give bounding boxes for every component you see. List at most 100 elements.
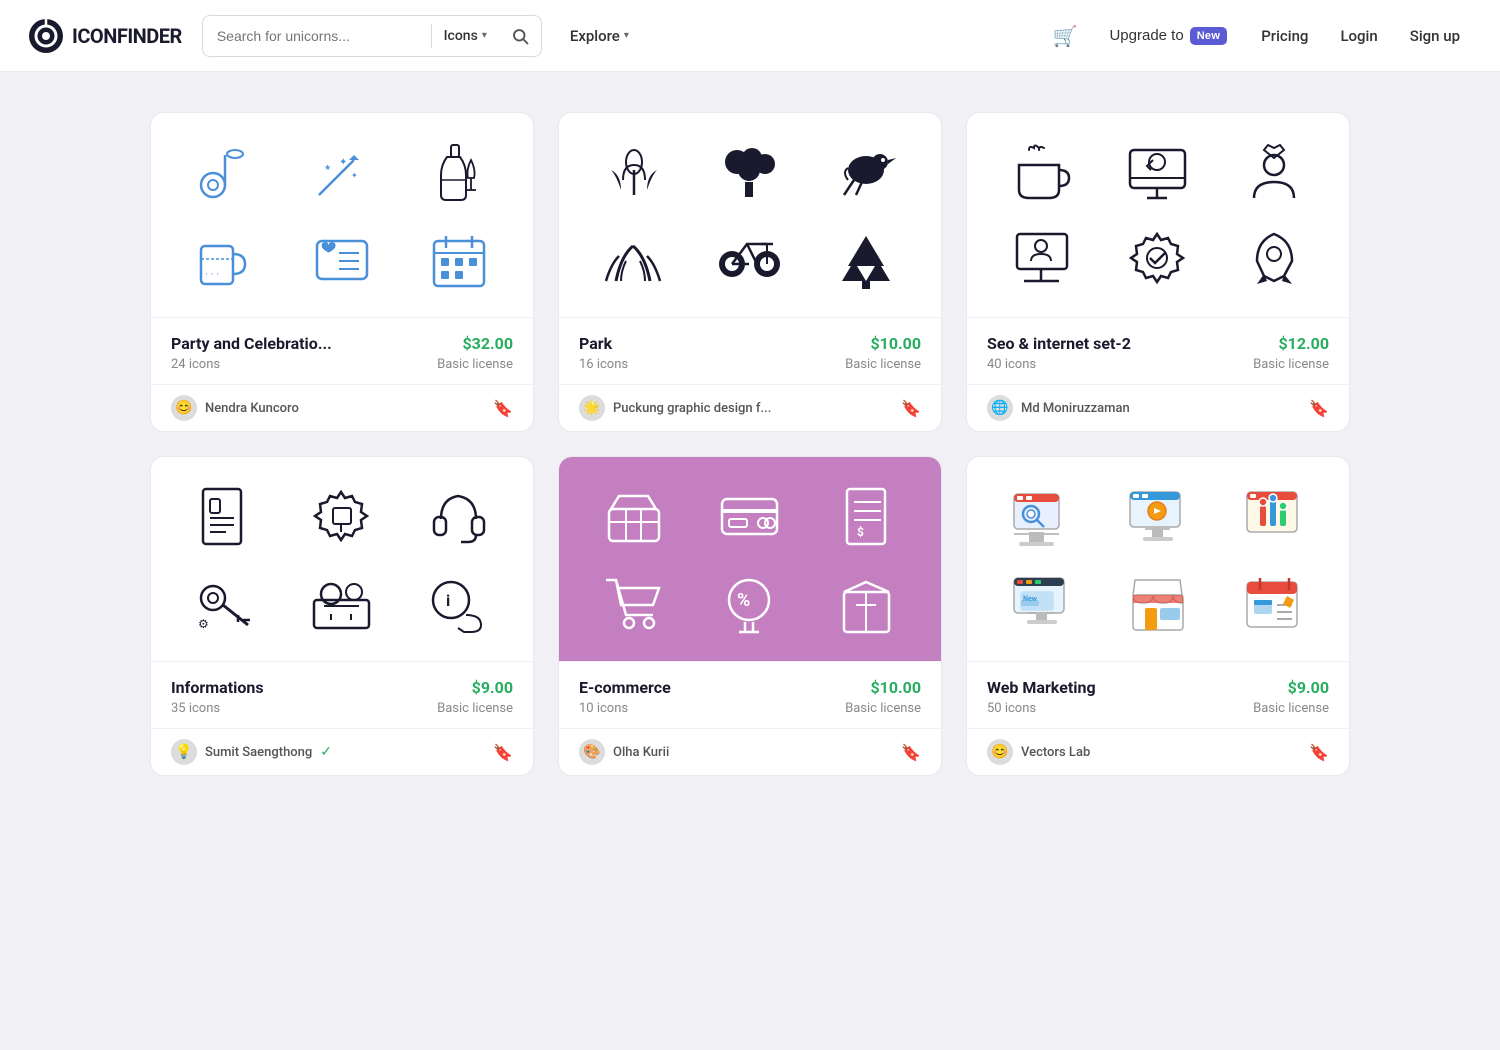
card-info[interactable]: ⚙ i: [150, 456, 534, 776]
svg-text:⚙: ⚙: [198, 617, 209, 631]
search-bar: Icons ▾: [202, 15, 542, 57]
card-title: Web Marketing: [987, 678, 1096, 697]
card-count: 24 icons: [171, 357, 220, 372]
search-type-dropdown[interactable]: Icons ▾: [432, 28, 499, 44]
author-seo[interactable]: 🌐 Md Moniruzzaman: [987, 395, 1130, 421]
card-preview-info: ⚙ i: [151, 457, 533, 661]
icon-monitor: [1123, 137, 1193, 207]
card-license: Basic license: [437, 357, 513, 372]
logo-icon: [28, 18, 64, 54]
icon-reception: [307, 567, 377, 637]
card-preview-park: [559, 113, 941, 317]
icon-edit-calendar: [1240, 567, 1310, 637]
svg-text:· · ·: · · ·: [205, 268, 219, 281]
bookmark-icon[interactable]: 🔖: [493, 399, 513, 418]
author-name: Sumit Saengthong: [205, 745, 312, 760]
icon-gear-check: [1123, 223, 1193, 293]
card-info-info: Informations $9.00 35 icons Basic licens…: [151, 661, 533, 728]
card-footer-webmarketing: 😊 Vectors Lab 🔖: [967, 728, 1349, 775]
icon-package-box: [832, 567, 902, 637]
card-price: $9.00: [472, 678, 513, 697]
author-name: Nendra Kuncoro: [205, 401, 299, 416]
card-webmarketing[interactable]: New: [966, 456, 1350, 776]
author-avatar: 🌐: [987, 395, 1013, 421]
card-count: 35 icons: [171, 701, 220, 716]
author-info[interactable]: 💡 Sumit Saengthong ✓: [171, 739, 332, 765]
author-party[interactable]: 😊 Nendra Kuncoro: [171, 395, 299, 421]
card-price: $10.00: [870, 334, 921, 353]
explore-menu[interactable]: Explore ▾: [558, 19, 641, 53]
author-park[interactable]: 🌟 Puckung graphic design f...: [579, 395, 771, 421]
svg-text:$: $: [857, 525, 864, 539]
card-ecommerce[interactable]: $ %: [558, 456, 942, 776]
icon-calendar: [424, 223, 494, 293]
bookmark-icon[interactable]: 🔖: [901, 399, 921, 418]
icon-tree: [715, 137, 785, 207]
card-count: 10 icons: [579, 701, 628, 716]
chevron-down-icon: ▾: [482, 30, 487, 41]
card-title: Informations: [171, 678, 264, 697]
icon-document: [190, 481, 260, 551]
svg-text:✦: ✦: [339, 157, 347, 168]
card-title: Park: [579, 334, 612, 353]
icon-credit-card: [715, 481, 785, 551]
author-name: Md Moniruzzaman: [1021, 401, 1130, 416]
icon-store: [1123, 567, 1193, 637]
author-ecommerce[interactable]: 🎨 Olha Kurii: [579, 739, 669, 765]
search-button[interactable]: [499, 16, 541, 56]
icon-basket: [598, 481, 668, 551]
card-title: Seo & internet set-2: [987, 334, 1131, 353]
icon-percent-tag: %: [715, 567, 785, 637]
author-avatar: 🎨: [579, 739, 605, 765]
search-type-label: Icons: [444, 28, 478, 44]
bookmark-icon[interactable]: 🔖: [1309, 399, 1329, 418]
icon-wand: ✦ ★ ✦: [307, 137, 377, 207]
svg-text:i: i: [446, 591, 450, 610]
card-license: Basic license: [1253, 701, 1329, 716]
header: ICONFINDER Icons ▾ Explore ▾ 🛒 Upgrade t…: [0, 0, 1500, 72]
bookmark-icon[interactable]: 🔖: [1309, 743, 1329, 762]
card-footer-park: 🌟 Puckung graphic design f... 🔖: [559, 384, 941, 431]
card-footer-info: 💡 Sumit Saengthong ✓ 🔖: [151, 728, 533, 775]
card-count: 40 icons: [987, 357, 1036, 372]
logo[interactable]: ICONFINDER: [28, 18, 182, 54]
card-seo[interactable]: Seo & internet set-2 $12.00 40 icons Bas…: [966, 112, 1350, 432]
logo-text: ICONFINDER: [72, 24, 182, 48]
card-info-seo: Seo & internet set-2 $12.00 40 icons Bas…: [967, 317, 1349, 384]
card-party[interactable]: ✦ ★ ✦: [150, 112, 534, 432]
icon-design-monitor: [1123, 481, 1193, 551]
upgrade-button[interactable]: Upgrade to New: [1095, 19, 1241, 53]
icon-equalizer: [1240, 481, 1310, 551]
icon-grass: [598, 223, 668, 293]
card-price: $32.00: [462, 334, 513, 353]
card-title: E-commerce: [579, 678, 671, 697]
svg-text:✦: ✦: [351, 171, 358, 180]
card-license: Basic license: [845, 701, 921, 716]
icon-forest: [832, 223, 902, 293]
search-input[interactable]: [203, 16, 431, 56]
pricing-link[interactable]: Pricing: [1249, 19, 1320, 53]
author-name: Olha Kurii: [613, 745, 669, 760]
icon-bottle: [424, 137, 494, 207]
author-name: Vectors Lab: [1021, 745, 1090, 760]
signup-link[interactable]: Sign up: [1398, 19, 1472, 53]
card-info-ecommerce: E-commerce $10.00 10 icons Basic license: [559, 661, 941, 728]
card-price: $9.00: [1288, 678, 1329, 697]
card-price: $12.00: [1278, 334, 1329, 353]
card-footer-party: 😊 Nendra Kuncoro 🔖: [151, 384, 533, 431]
verified-icon: ✓: [320, 744, 332, 760]
author-webmarketing[interactable]: 😊 Vectors Lab: [987, 739, 1090, 765]
login-link[interactable]: Login: [1328, 19, 1389, 53]
author-avatar: 😊: [987, 739, 1013, 765]
icon-receipt: $: [832, 481, 902, 551]
card-park[interactable]: Park $10.00 16 icons Basic license 🌟 Puc…: [558, 112, 942, 432]
upgrade-label: Upgrade to: [1109, 27, 1183, 44]
author-name: Puckung graphic design f...: [613, 401, 771, 416]
card-license: Basic license: [845, 357, 921, 372]
new-badge: New: [1190, 27, 1228, 45]
cart-icon[interactable]: 🛒: [1043, 16, 1088, 56]
card-preview-webmarketing: New: [967, 457, 1349, 661]
bookmark-icon[interactable]: 🔖: [901, 743, 921, 762]
card-count: 50 icons: [987, 701, 1036, 716]
bookmark-icon[interactable]: 🔖: [493, 743, 513, 762]
